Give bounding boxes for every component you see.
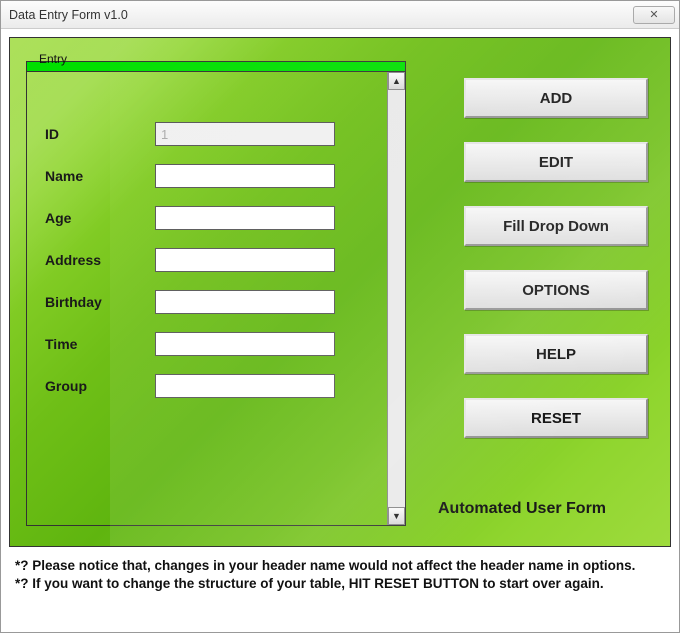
chevron-down-icon: ▼ <box>392 511 401 521</box>
entry-groupbox: Entry ID Name Age <box>26 56 406 526</box>
footer-notes: *? Please notice that, changes in your h… <box>9 553 671 599</box>
row-name: Name <box>45 164 373 188</box>
label-time: Time <box>45 336 155 352</box>
edit-button[interactable]: EDIT <box>464 142 648 182</box>
automated-form-label: Automated User Form <box>438 500 648 518</box>
label-group: Group <box>45 378 155 394</box>
label-address: Address <box>45 252 155 268</box>
entry-body: ID Name Age Address <box>26 71 406 526</box>
input-group[interactable] <box>155 374 335 398</box>
close-icon: ✕ <box>649 8 658 21</box>
row-time: Time <box>45 332 373 356</box>
client-area: Entry ID Name Age <box>1 29 679 632</box>
footer-note-2: *? If you want to change the structure o… <box>15 575 665 593</box>
input-age[interactable] <box>155 206 335 230</box>
options-button[interactable]: OPTIONS <box>464 270 648 310</box>
label-name: Name <box>45 168 155 184</box>
entry-scrollbar[interactable]: ▲ ▼ <box>387 72 405 525</box>
close-button[interactable]: ✕ <box>633 6 675 24</box>
label-birthday: Birthday <box>45 294 155 310</box>
add-button[interactable]: ADD <box>464 78 648 118</box>
label-id: ID <box>45 126 155 142</box>
input-birthday[interactable] <box>155 290 335 314</box>
footer-note-1: *? Please notice that, changes in your h… <box>15 557 665 575</box>
main-panel: Entry ID Name Age <box>9 37 671 547</box>
help-button[interactable]: HELP <box>464 334 648 374</box>
input-time[interactable] <box>155 332 335 356</box>
button-column: ADD EDIT Fill Drop Down OPTIONS HELP RES… <box>464 78 648 438</box>
titlebar: Data Entry Form v1.0 ✕ <box>1 1 679 29</box>
app-window: Data Entry Form v1.0 ✕ Entry ID Name <box>0 0 680 633</box>
entry-legend: Entry <box>36 52 70 66</box>
entry-content: ID Name Age Address <box>27 72 387 525</box>
label-age: Age <box>45 210 155 226</box>
input-name[interactable] <box>155 164 335 188</box>
row-id: ID <box>45 122 373 146</box>
row-age: Age <box>45 206 373 230</box>
input-address[interactable] <box>155 248 335 272</box>
row-address: Address <box>45 248 373 272</box>
reset-button[interactable]: RESET <box>464 398 648 438</box>
input-id[interactable] <box>155 122 335 146</box>
fill-dropdown-button[interactable]: Fill Drop Down <box>464 206 648 246</box>
entry-topbar <box>26 61 406 71</box>
scroll-up-button[interactable]: ▲ <box>388 72 405 90</box>
scroll-down-button[interactable]: ▼ <box>388 507 405 525</box>
row-birthday: Birthday <box>45 290 373 314</box>
row-group: Group <box>45 374 373 398</box>
chevron-up-icon: ▲ <box>392 76 401 86</box>
window-title: Data Entry Form v1.0 <box>9 8 128 22</box>
